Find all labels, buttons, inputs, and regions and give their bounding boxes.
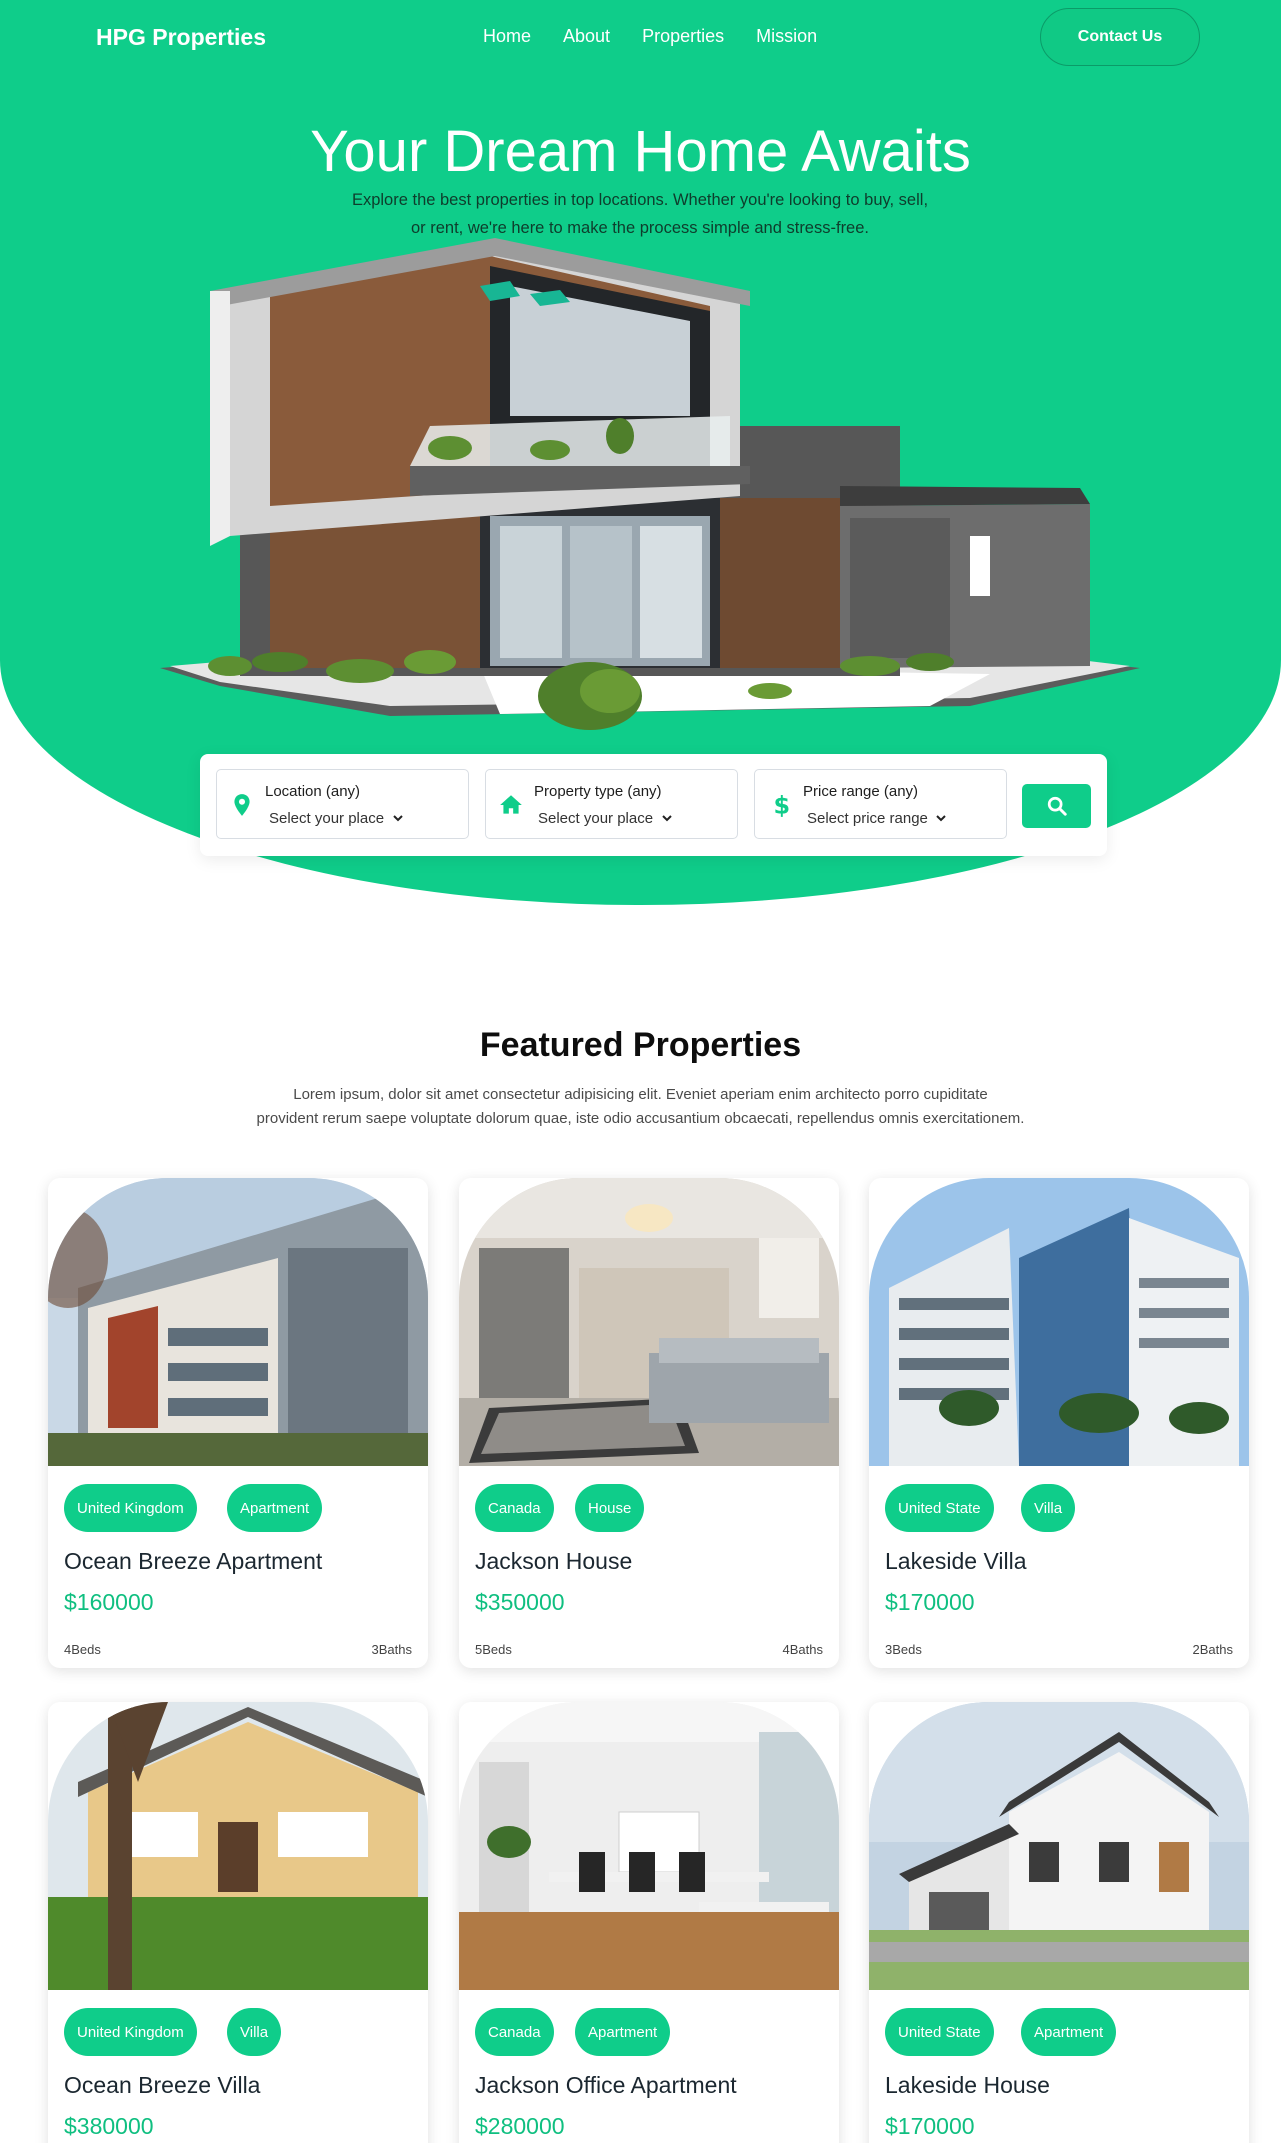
type-tag[interactable]: Apartment: [227, 1484, 323, 1532]
property-baths: 3Baths: [371, 1642, 412, 1657]
nav-links: Home About Properties Mission: [483, 26, 817, 47]
property-price: $160000: [64, 1589, 154, 1615]
chevron-down-icon: [936, 815, 946, 822]
price-range-label: Price range (any): [803, 783, 919, 800]
property-baths: 4Baths: [782, 1642, 823, 1657]
location-value: Select your place: [269, 810, 385, 827]
property-price: $170000: [885, 1589, 975, 1615]
type-tag[interactable]: Villa: [1021, 1484, 1076, 1532]
type-tag[interactable]: Villa: [227, 2008, 282, 2056]
home-icon: [500, 795, 522, 814]
property-image: [869, 1702, 1249, 1990]
svg-text:$: $: [774, 792, 791, 818]
nav-home[interactable]: Home: [483, 26, 531, 47]
search-button[interactable]: [1022, 784, 1091, 828]
property-beds: 3Beds: [885, 1642, 922, 1657]
property-search-bar: Location (any) Select your place Propert…: [200, 754, 1107, 856]
property-card[interactable]: United Kingdom Villa Ocean Breeze Villa …: [48, 1702, 428, 2143]
type-tag[interactable]: House: [575, 1484, 645, 1532]
property-image: [48, 1178, 428, 1466]
property-type-label: Property type (any): [534, 783, 662, 800]
property-image: [869, 1178, 1249, 1466]
chevron-down-icon: [662, 815, 672, 822]
chevron-down-icon: [393, 815, 403, 822]
map-pin-icon: [234, 794, 250, 816]
property-price: $350000: [475, 1589, 565, 1615]
country-tag[interactable]: United Kingdom: [64, 1484, 197, 1532]
property-title[interactable]: Jackson House: [475, 1548, 632, 1575]
property-title[interactable]: Lakeside Villa: [885, 1548, 1027, 1575]
nav-properties[interactable]: Properties: [642, 26, 724, 47]
featured-description: Lorem ipsum, dolor sit amet consectetur …: [220, 1083, 1061, 1131]
property-type-select[interactable]: Property type (any) Select your place: [485, 769, 738, 839]
nav-mission[interactable]: Mission: [756, 26, 817, 47]
contact-us-button[interactable]: Contact Us: [1040, 8, 1200, 66]
property-title[interactable]: Jackson Office Apartment: [475, 2072, 737, 2099]
property-type-value: Select your place: [538, 810, 654, 827]
property-beds: 5Beds: [475, 1642, 512, 1657]
hero-subtitle-line-1: Explore the best properties in top locat…: [351, 191, 929, 209]
country-tag[interactable]: Canada: [475, 1484, 554, 1532]
property-card[interactable]: Canada Apartment Jackson Office Apartmen…: [459, 1702, 839, 2143]
country-tag[interactable]: United State: [885, 2008, 994, 2056]
hero-subtitle: Explore the best properties in top locat…: [320, 186, 960, 242]
type-tag[interactable]: Apartment: [575, 2008, 671, 2056]
property-image: [48, 1702, 428, 1990]
property-image: [459, 1702, 839, 1990]
property-title[interactable]: Ocean Breeze Villa: [64, 2072, 260, 2099]
country-tag[interactable]: Canada: [475, 2008, 554, 2056]
property-title[interactable]: Ocean Breeze Apartment: [64, 1548, 322, 1575]
property-title[interactable]: Lakeside House: [885, 2072, 1050, 2099]
featured-description-line-2: provident rerum saepe voluptate dolorum …: [256, 1110, 1025, 1127]
featured-description-line-1: Lorem ipsum, dolor sit amet consectetur …: [293, 1086, 988, 1103]
property-price: $280000: [475, 2113, 565, 2139]
country-tag[interactable]: United Kingdom: [64, 2008, 197, 2056]
featured-title: Featured Properties: [479, 1026, 802, 1064]
property-baths: 2Baths: [1192, 1642, 1233, 1657]
property-card[interactable]: Canada House Jackson House $350000 5Beds…: [459, 1178, 839, 1668]
type-tag[interactable]: Apartment: [1021, 2008, 1117, 2056]
nav-about[interactable]: About: [563, 26, 610, 47]
price-range-select[interactable]: $ Price range (any) Select price range: [754, 769, 1007, 839]
top-navbar: HPG Properties Home About Properties Mis…: [0, 0, 1281, 76]
property-card[interactable]: United Kingdom Apartment Ocean Breeze Ap…: [48, 1178, 428, 1668]
location-select[interactable]: Location (any) Select your place: [216, 769, 469, 839]
property-beds: 4Beds: [64, 1642, 101, 1657]
location-label: Location (any): [265, 783, 361, 800]
property-image: [459, 1178, 839, 1466]
search-icon: [1047, 796, 1067, 816]
hero-title: Your Dream Home Awaits: [310, 119, 971, 184]
property-card[interactable]: United State Apartment Lakeside House $1…: [869, 1702, 1249, 2143]
price-range-value: Select price range: [807, 810, 928, 827]
hero-house-image: [160, 238, 1140, 730]
property-card[interactable]: United State Villa Lakeside Villa $17000…: [869, 1178, 1249, 1668]
property-price: $170000: [885, 2113, 975, 2139]
country-tag[interactable]: United State: [885, 1484, 994, 1532]
property-price: $380000: [64, 2113, 154, 2139]
dollar-icon: $: [774, 792, 791, 818]
brand-logo[interactable]: HPG Properties: [96, 24, 266, 51]
